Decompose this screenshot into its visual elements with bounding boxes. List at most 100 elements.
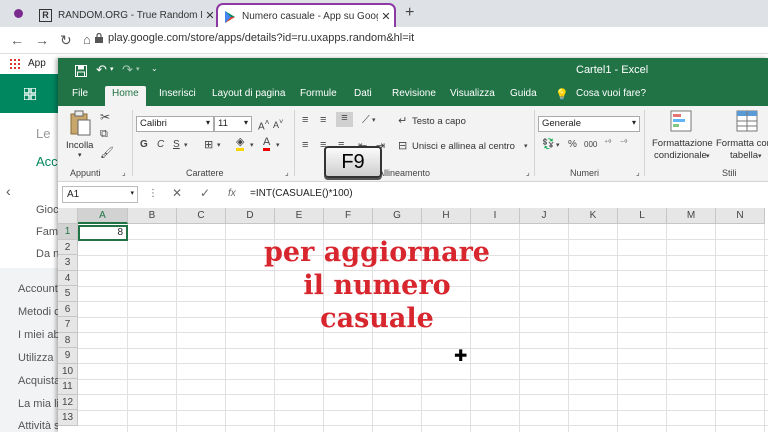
row-header-4[interactable]: 4 [58,270,78,286]
bg-text[interactable]: Gioc [36,204,59,216]
tab-random-org[interactable]: R RANDOM.ORG - True Random N ✕ [33,3,218,27]
redo-icon[interactable]: ↷ [122,62,133,78]
column-header-n[interactable]: N [716,208,765,224]
tab-help[interactable]: Guida [510,88,537,99]
profile-dot-icon[interactable] [14,9,23,18]
wrap-text-button[interactable]: Testo a capo [412,116,466,127]
format-as-table-icon[interactable] [736,110,758,132]
tab-home[interactable]: Home [105,86,146,106]
bookmark-apps[interactable]: App [28,58,46,69]
insert-function-icon[interactable]: fx [228,188,236,199]
bg-menu-item[interactable]: Account [18,283,58,295]
conditional-formatting-label[interactable]: Formattazione [652,138,713,149]
row-header-7[interactable]: 7 [58,317,78,333]
italic-icon[interactable]: C [157,139,164,150]
row-header-13[interactable]: 13 [58,410,78,426]
chevron-down-icon[interactable]: ▾ [184,141,188,149]
column-header-m[interactable]: M [667,208,716,224]
chevron-down-icon[interactable]: ▾ [78,151,82,159]
new-tab-button[interactable]: + [405,4,414,22]
chevron-down-icon[interactable]: ▾ [372,116,376,124]
select-all-corner[interactable] [58,208,78,224]
column-header-l[interactable]: L [618,208,667,224]
decrease-decimal-icon[interactable]: ⁻⁰ [620,138,627,147]
column-header-a[interactable]: A [78,208,128,224]
format-painter-icon[interactable]: 🖌 [100,146,114,159]
column-header-d[interactable]: D [226,208,275,224]
bg-menu-item[interactable]: Acquista [18,375,60,387]
chevron-left-icon[interactable]: ‹ [6,183,11,199]
chevron-down-icon[interactable]: ▾ [524,142,528,150]
increase-font-icon[interactable]: A˄ [258,117,270,132]
align-bottom-icon[interactable]: ≡ [336,112,353,127]
column-header-c[interactable]: C [177,208,226,224]
customize-toolbar-icon[interactable]: ⌄ [151,64,158,73]
font-size-select[interactable]: 11 ▾ [214,116,252,132]
tell-me-search[interactable]: Cosa vuoi fare? [576,88,646,99]
dialog-launcher-icon[interactable]: ⌟ [636,168,640,177]
formula-input[interactable]: =INT(CASUALE()*100) [250,188,353,199]
column-header-f[interactable]: F [324,208,373,224]
bg-text[interactable]: Da n [36,248,59,260]
fill-color-icon[interactable]: ◈ [236,137,245,151]
percent-icon[interactable]: % [568,139,577,150]
column-header-g[interactable]: G [373,208,422,224]
dialog-launcher-icon[interactable]: ⌟ [122,168,126,177]
chevron-down-icon[interactable]: ▾ [276,141,280,149]
borders-icon[interactable]: ⊞ [204,138,213,151]
tab-review[interactable]: Revisione [392,88,436,99]
grid-icon[interactable] [24,88,36,100]
decrease-font-icon[interactable]: A˅ [273,117,283,130]
column-header-j[interactable]: J [520,208,569,224]
format-as-table-label[interactable]: tabella [730,150,758,161]
name-box[interactable]: A1 ▾ [62,186,138,203]
row-header-9[interactable]: 9 [58,348,78,364]
home-icon[interactable]: ⌂ [83,32,91,47]
comma-style-icon[interactable]: 000 [584,140,597,149]
tab-view[interactable]: Visualizza [450,88,495,99]
tab-page-layout[interactable]: Layout di pagina [212,88,285,99]
chevron-down-icon[interactable]: ▾ [706,152,710,160]
cell-a1[interactable]: 8 [78,225,128,241]
chevron-down-icon[interactable]: ▾ [136,65,140,73]
column-header-h[interactable]: H [422,208,471,224]
chevron-down-icon[interactable]: ▾ [110,65,114,73]
lightbulb-icon[interactable]: 💡 [555,88,569,101]
close-tab-icon[interactable]: ✕ [378,10,394,23]
row-header-10[interactable]: 10 [58,363,78,379]
bold-icon[interactable]: G [140,139,148,150]
row-header-2[interactable]: 2 [58,239,78,255]
undo-icon[interactable]: ↶ [96,62,107,78]
column-header-i[interactable]: I [471,208,520,224]
font-color-icon[interactable]: A [263,137,271,151]
conditional-formatting-icon[interactable] [670,110,692,132]
row-header-1[interactable]: 1 [58,224,78,240]
back-icon[interactable]: ← [10,32,24,48]
font-name-select[interactable]: Calibri ▾ [136,116,214,132]
bg-menu-item[interactable]: Metodi c [18,306,60,318]
bg-menu-item[interactable]: I miei ab [18,329,60,341]
wrap-text-icon[interactable]: ↵ [398,114,407,127]
format-as-table-label[interactable]: Formatta come [716,138,768,149]
bg-menu-item[interactable]: Attività s [18,420,60,432]
row-header-6[interactable]: 6 [58,301,78,317]
tab-data[interactable]: Dati [354,88,372,99]
url-field[interactable]: play.google.com/store/apps/details?id=ru… [108,32,414,44]
chevron-down-icon[interactable]: ▾ [250,141,254,149]
row-header-3[interactable]: 3 [58,255,78,271]
column-header-k[interactable]: K [569,208,618,224]
copy-icon[interactable]: ⧉ [100,128,108,141]
paste-button[interactable]: Incolla [66,140,93,151]
chevron-down-icon[interactable]: ▾ [758,152,762,160]
increase-decimal-icon[interactable]: ⁺⁰ [604,138,611,147]
row-header-11[interactable]: 11 [58,379,78,395]
tab-formulas[interactable]: Formule [300,88,337,99]
cut-icon[interactable]: ✂ [100,110,110,124]
tab-file[interactable]: File [72,88,88,99]
forward-icon[interactable]: → [35,32,49,48]
row-header-12[interactable]: 12 [58,394,78,410]
align-top-icon[interactable]: ≡ [302,114,308,126]
currency-icon[interactable]: 💱 [542,139,554,150]
column-header-b[interactable]: B [128,208,177,224]
align-left-icon[interactable]: ≡ [302,139,308,151]
